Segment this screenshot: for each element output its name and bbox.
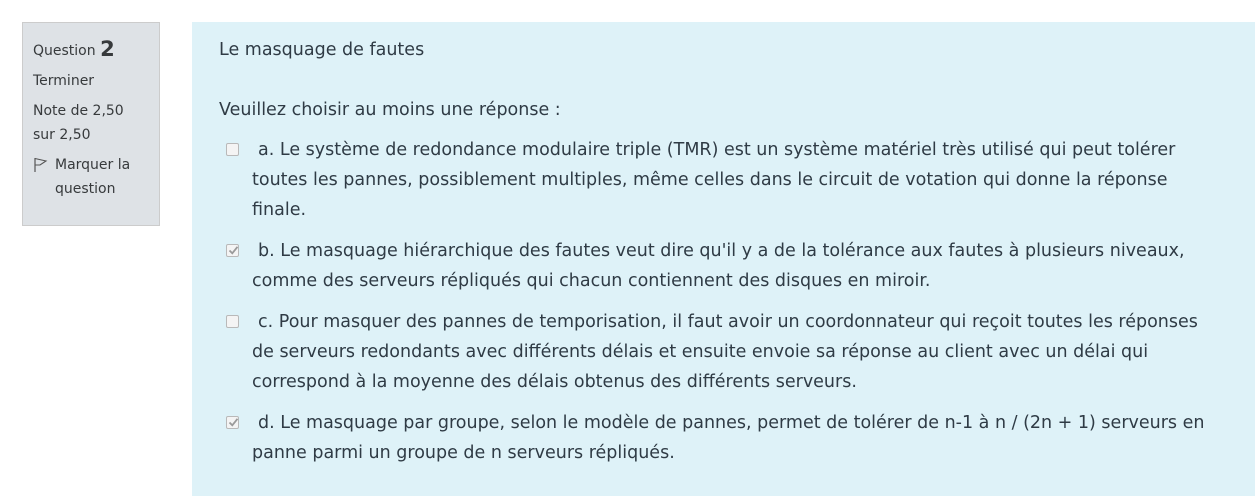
answer-text-d: Le masquage par groupe, selon le modèle … [252,413,1205,463]
flag-outline-icon [33,157,49,173]
grade-line-1: Note de 2,50 [33,103,124,119]
answer-letter-b: b. [258,241,275,261]
answer-prompt: Veuillez choisir au moins une réponse : [219,100,561,120]
answer-checkbox-b[interactable] [226,244,239,257]
question-info-panel: Question 2 Terminer Note de 2,50 sur 2,5… [22,22,160,226]
answer-label-a[interactable]: a. Le système de redondance modulaire tr… [252,135,1226,225]
flag-label-line-1: Marquer la [55,157,131,173]
answer-letter-c: c. [258,312,274,332]
answer-label-c[interactable]: c. Pour masquer des pannes de temporisat… [252,307,1226,397]
grade-line-2: sur 2,50 [33,127,91,143]
question-word: Question [33,43,96,59]
question-grade: Note de 2,50 sur 2,50 [33,99,149,147]
answer-text-c: Pour masquer des pannes de temporisation… [252,312,1198,392]
answer-option-a: a. Le système de redondance modulaire tr… [226,135,1226,225]
answer-checkbox-d[interactable] [226,416,239,429]
answer-text-b: Le masquage hiérarchique des fautes veut… [252,241,1185,291]
question-state: Terminer [33,73,95,89]
answer-letter-d: d. [258,413,275,433]
answer-label-d[interactable]: d. Le masquage par groupe, selon le modè… [252,408,1226,468]
answer-label-b[interactable]: b. Le masquage hiérarchique des fautes v… [252,236,1226,296]
flag-label-line-2: question [55,181,116,197]
answer-list: a. Le système de redondance modulaire tr… [226,135,1226,468]
question-content: Le masquage de fautes Veuillez choisir a… [192,22,1255,496]
question-number: Question 2 [33,37,149,63]
answer-option-c: c. Pour masquer des pannes de temporisat… [226,307,1226,397]
answer-option-d: d. Le masquage par groupe, selon le modè… [226,408,1226,468]
checkmark-icon [228,418,239,427]
answer-checkbox-c[interactable] [226,315,239,328]
question-number-value: 2 [100,37,115,61]
answer-text-a: Le système de redondance modulaire tripl… [252,140,1176,220]
answer-checkbox-a[interactable] [226,143,239,156]
flag-label[interactable]: Marquer la question [55,153,130,201]
flag-question-button[interactable]: Marquer la question [33,153,149,201]
checkmark-icon [228,246,239,255]
question-text: Le masquage de fautes [219,40,425,60]
answer-letter-a: a. [258,140,275,160]
answer-option-b: b. Le masquage hiérarchique des fautes v… [226,236,1226,296]
